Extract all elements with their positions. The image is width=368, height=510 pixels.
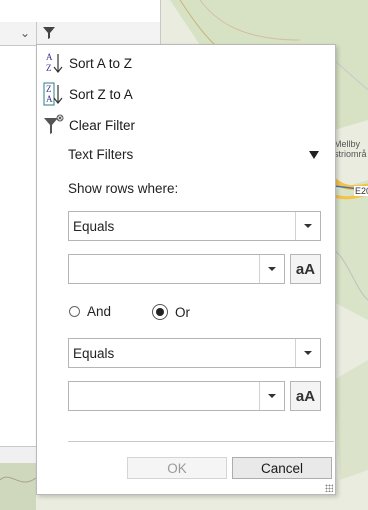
svg-text:Z: Z <box>46 63 52 73</box>
column-filter-button[interactable] <box>36 22 60 44</box>
clear-filter-item[interactable]: Clear Filter <box>37 111 335 139</box>
map-place-label: Mellby striområ <box>334 139 367 159</box>
condition2-operator-value: Equals <box>73 346 115 361</box>
ok-button[interactable]: OK <box>127 457 227 479</box>
dropdown-arrow-icon[interactable] <box>295 339 320 367</box>
clear-filter-icon <box>39 111 67 139</box>
chevron-down-icon[interactable]: ⌄ <box>20 26 30 40</box>
dropdown-arrow-icon[interactable] <box>259 382 284 410</box>
sort-asc-icon: A Z <box>39 49 67 77</box>
sort-desc-icon: Z A <box>39 80 67 108</box>
sort-asc-label: Sort A to Z <box>69 55 133 71</box>
and-radio[interactable]: And <box>69 304 111 319</box>
condition1-operator-value: Equals <box>73 219 115 234</box>
and-radio-label: And <box>87 304 112 319</box>
or-radio-circle[interactable] <box>152 304 168 320</box>
show-rows-label: Show rows where: <box>68 181 179 196</box>
svg-text:A: A <box>46 94 53 104</box>
or-radio-label: Or <box>175 304 190 320</box>
or-radio[interactable]: Or <box>152 304 190 320</box>
text-filters-label[interactable]: Text Filters <box>68 147 133 162</box>
column-filter-menu: A Z Sort A to Z Z A Sort Z to A Clear Fi… <box>36 44 336 495</box>
and-radio-circle[interactable] <box>69 306 80 317</box>
match-case-button-1[interactable]: aA <box>290 254 321 284</box>
condition1-value-input[interactable] <box>68 254 285 284</box>
divider <box>68 441 334 442</box>
sort-desc-label: Sort Z to A <box>69 86 133 102</box>
svg-text:A: A <box>46 52 53 62</box>
collapse-triangle-icon[interactable] <box>309 151 319 159</box>
condition2-value-input[interactable] <box>68 381 285 411</box>
clear-filter-label: Clear Filter <box>69 117 136 133</box>
svg-text:Z: Z <box>46 84 52 94</box>
sort-asc-item[interactable]: A Z Sort A to Z <box>37 49 335 77</box>
condition2-operator-select[interactable]: Equals <box>68 338 321 368</box>
map-road-label: E20 <box>354 186 368 196</box>
resize-grip-icon[interactable] <box>325 484 333 492</box>
filter-icon <box>42 27 55 39</box>
dropdown-arrow-icon[interactable] <box>259 255 284 283</box>
match-case-button-2[interactable]: aA <box>290 381 321 411</box>
dropdown-arrow-icon[interactable] <box>295 212 320 240</box>
column-header[interactable]: ⌄ <box>0 22 160 46</box>
condition1-operator-select[interactable]: Equals <box>68 211 321 241</box>
sort-desc-item[interactable]: Z A Sort Z to A <box>37 80 335 108</box>
cancel-button[interactable]: Cancel <box>232 457 332 479</box>
